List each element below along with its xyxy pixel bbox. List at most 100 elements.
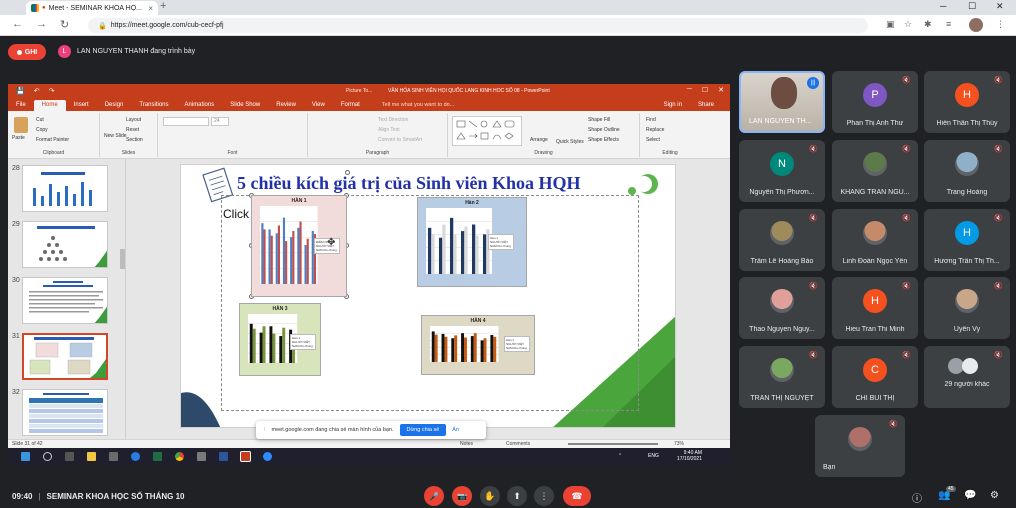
meeting-info-icon[interactable]: ⓘ <box>912 490 922 505</box>
ribbon-tab-animations[interactable]: Animations <box>177 100 223 111</box>
replace-button[interactable]: Replace <box>646 127 664 133</box>
tab-close-icon[interactable]: × <box>148 4 153 13</box>
slide-thumbnail-28[interactable] <box>22 165 108 212</box>
arrange-button[interactable]: Arrange <box>530 137 548 143</box>
participant-tile[interactable]: H 🔇 Hiền Thân Thị Thúy <box>924 71 1010 133</box>
new-slide-button[interactable]: New Slide <box>104 133 127 139</box>
chrome-icon[interactable] <box>175 452 184 461</box>
participant-tile[interactable]: C 🔇 CHI BÙI THỊ <box>832 346 918 408</box>
powerpoint-icon[interactable] <box>240 451 251 462</box>
camera-toggle-button[interactable]: 📷 <box>452 486 472 506</box>
window-minimize-button[interactable]: ─ <box>940 1 946 11</box>
shape-effects-button[interactable]: Shape Effects <box>588 137 619 143</box>
select-button[interactable]: Select <box>646 137 660 143</box>
hide-notice-button[interactable]: Ẩn <box>452 427 459 433</box>
share-button[interactable]: Share <box>690 100 722 111</box>
reset-button[interactable]: Reset <box>126 127 139 133</box>
drag-handle-icon[interactable]: ⁞ <box>264 427 266 433</box>
participant-tile[interactable]: 🔇 Trang Hoàng <box>924 140 1010 202</box>
extensions-icon[interactable]: ✱ <box>924 19 932 30</box>
forward-icon[interactable]: → <box>36 18 47 30</box>
participant-tile[interactable]: N 🔇 Nguyễn Thị Phươn... <box>739 140 825 202</box>
quick-styles-button[interactable]: Quick Styles <box>556 139 584 145</box>
ppt-maximize-button[interactable]: ☐ <box>702 86 708 94</box>
browser-menu-icon[interactable]: ⋮ <box>996 19 1005 30</box>
excel-icon[interactable] <box>153 452 162 461</box>
participant-tile[interactable]: 🔇 29 người khác <box>924 346 1010 408</box>
app-icon[interactable] <box>197 452 206 461</box>
thumbnails-scrollbar[interactable] <box>120 249 125 269</box>
stop-sharing-button[interactable]: Dừng chia sẻ <box>399 424 447 436</box>
ribbon-tab-format[interactable]: Format <box>333 100 368 111</box>
task-view-icon[interactable] <box>65 452 74 461</box>
notes-button[interactable]: Notes <box>460 441 473 447</box>
slide-thumbnail-30[interactable] <box>22 277 108 324</box>
slide-thumbnail-29[interactable] <box>22 221 108 268</box>
ribbon-tab-insert[interactable]: Insert <box>66 100 97 111</box>
text-direction-button[interactable]: Text Direction <box>378 117 408 123</box>
word-icon[interactable] <box>219 452 228 461</box>
start-icon[interactable] <box>21 452 30 461</box>
format-painter-button[interactable]: Format Painter <box>36 137 69 143</box>
activities-icon[interactable]: ⚙ <box>990 490 999 501</box>
slide-title[interactable]: 5 chiều kích giá trị của Sinh viên Khoa … <box>237 173 581 194</box>
save-icon[interactable]: 💾 <box>16 87 25 95</box>
ribbon-tab-design[interactable]: Design <box>97 100 132 111</box>
shapes-gallery[interactable] <box>452 116 522 146</box>
window-maximize-button[interactable]: ☐ <box>968 1 976 12</box>
cut-button[interactable]: Cut <box>36 117 44 123</box>
window-close-button[interactable]: ✕ <box>996 1 1004 12</box>
participant-tile[interactable]: 🔇 Trầm Lê Hoàng Bảo <box>739 209 825 271</box>
profile-avatar[interactable] <box>969 18 983 32</box>
more-options-button[interactable]: ⋮ <box>534 486 554 506</box>
new-tab-button[interactable]: + <box>160 0 166 12</box>
redo-icon[interactable]: ↷ <box>49 87 55 95</box>
leave-call-button[interactable]: ☎ <box>563 486 591 506</box>
rotate-handle-icon[interactable] <box>345 170 350 175</box>
mic-toggle-button[interactable]: 🎤 <box>424 486 444 506</box>
ribbon-tab-home[interactable]: Home <box>33 100 66 111</box>
paste-icon[interactable] <box>14 117 28 133</box>
reload-icon[interactable]: ↻ <box>60 18 69 31</box>
find-button[interactable]: Find <box>646 117 656 123</box>
reading-list-icon[interactable]: ≡ <box>946 19 951 29</box>
layout-button[interactable]: Layout <box>126 117 141 123</box>
font-name-input[interactable] <box>163 117 209 126</box>
ribbon-tab-file[interactable]: File <box>8 100 34 111</box>
participant-tile[interactable]: 🔇 KHANG TRAN NGU... <box>832 140 918 202</box>
participant-tile[interactable]: 🔇 Linh Đoàn Ngọc Yến <box>832 209 918 271</box>
slide-31[interactable]: 5 chiều kích giá trị của Sinh viên Khoa … <box>180 164 676 428</box>
undo-icon[interactable]: ↶ <box>34 87 40 95</box>
chart-han-2[interactable]: Hàn 2 Hàn 1 NGƯỜI VIỆT NAM lữu chung <box>417 197 527 287</box>
recording-button[interactable]: GHI <box>8 44 46 60</box>
comments-button[interactable]: Comments <box>506 441 530 447</box>
zoom-slider[interactable] <box>568 443 658 445</box>
taskbar-clock[interactable]: 9:40 AM 17/10/2021 <box>677 450 702 462</box>
file-explorer-icon[interactable] <box>87 452 96 461</box>
slide-thumbnail-32[interactable] <box>22 389 108 436</box>
present-now-button[interactable]: ⬆ <box>507 486 527 506</box>
convert-smartart-button[interactable]: Convert to SmartArt <box>378 137 422 143</box>
participant-tile[interactable]: 🔇 TRẦN THỊ NGUYỆT <box>739 346 825 408</box>
ribbon-tab-transitions[interactable]: Transitions <box>131 100 176 111</box>
sign-in-link[interactable]: Sign in <box>656 100 690 111</box>
participant-tile[interactable]: 🔇 Uyên Vy <box>924 277 1010 339</box>
ppt-minimize-button[interactable]: ─ <box>687 86 692 94</box>
shape-fill-button[interactable]: Shape Fill <box>588 117 610 123</box>
url-input[interactable]: 🔒 https://meet.google.com/cub-cecf-pfj <box>88 18 868 33</box>
chart-han-3[interactable]: HÀN 3 Hàn 1 NGƯỜI VIỆT NAM lữu chung <box>239 303 321 376</box>
ppt-close-button[interactable]: ✕ <box>718 86 724 94</box>
bookmark-star-icon[interactable]: ☆ <box>904 19 912 30</box>
participant-tile[interactable]: ||| LAN NGUYEN TH... <box>739 71 825 133</box>
camera-indicator-icon[interactable]: ▣ <box>886 19 895 30</box>
raise-hand-button[interactable]: ✋ <box>480 486 500 506</box>
search-icon[interactable] <box>43 452 52 461</box>
participant-tile[interactable]: H 🔇 Hương Trần Thị Th... <box>924 209 1010 271</box>
paste-button[interactable]: Paste <box>12 135 25 141</box>
back-icon[interactable]: ← <box>12 18 23 30</box>
section-button[interactable]: Section <box>126 137 143 143</box>
ribbon-tab-view[interactable]: View <box>304 100 333 111</box>
copy-button[interactable]: Copy <box>36 127 48 133</box>
tell-me-input[interactable]: Tell me what you want to do... <box>374 100 462 111</box>
align-text-button[interactable]: Align Text <box>378 127 400 133</box>
